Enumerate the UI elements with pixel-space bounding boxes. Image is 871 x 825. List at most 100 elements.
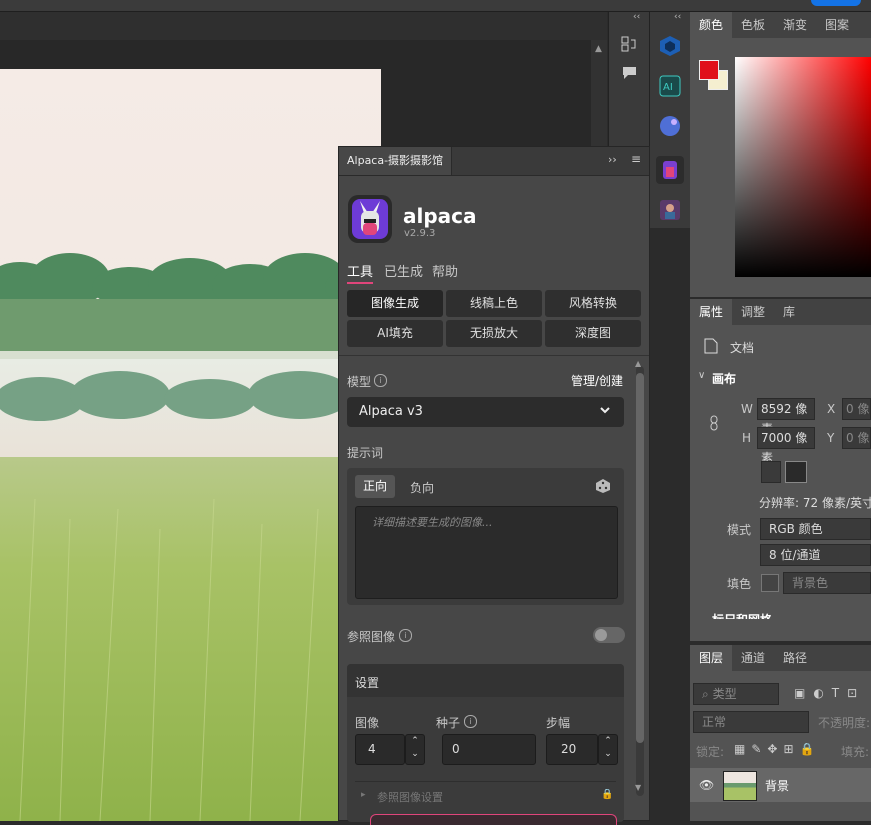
nav-tab-help[interactable]: 帮助 bbox=[432, 261, 458, 280]
seed-input[interactable]: 0 bbox=[442, 734, 536, 765]
share-button[interactable] bbox=[811, 0, 861, 6]
link-icon[interactable] bbox=[708, 415, 720, 431]
steps-input[interactable]: 20 bbox=[546, 734, 598, 765]
tool-image-generation-button[interactable]: 图像生成 bbox=[347, 290, 443, 317]
tab-channels[interactable]: 通道 bbox=[732, 645, 774, 671]
height-label: H bbox=[742, 431, 752, 445]
collapse-left-icon[interactable]: ‹‹ bbox=[633, 12, 640, 22]
tab-swatches[interactable]: 色板 bbox=[732, 12, 774, 38]
panel-menu-icon[interactable]: ≡ bbox=[631, 152, 641, 166]
fill-swatch[interactable] bbox=[761, 574, 779, 592]
visibility-eye-icon[interactable]: 👁 bbox=[699, 778, 714, 792]
y-field[interactable]: 0 像素 bbox=[842, 427, 871, 449]
info-icon[interactable]: i bbox=[374, 374, 387, 387]
history-icon[interactable] bbox=[621, 36, 637, 52]
character-plugin-icon[interactable] bbox=[656, 196, 684, 224]
svg-text:AI: AI bbox=[663, 82, 673, 93]
images-count-stepper[interactable]: ⌃ ⌄ bbox=[405, 734, 425, 765]
model-select-value: Alpaca v3 bbox=[359, 404, 423, 419]
layer-thumbnail bbox=[723, 771, 757, 801]
prompt-label: 提示词 bbox=[347, 446, 384, 460]
nav-tab-underline bbox=[347, 282, 373, 284]
alpaca-panel-tab[interactable]: Alpaca-摄影摄影馆 bbox=[339, 147, 453, 175]
sphere-plugin-icon[interactable] bbox=[656, 112, 684, 140]
lock-icons[interactable]: ▦✎✥⊞🔒 bbox=[734, 742, 820, 756]
comment-icon[interactable] bbox=[622, 66, 638, 80]
properties-panel: 属性 调整 库 文档 ∨ 画布 W 8592 像素 X 0 像素 H 7000 … bbox=[690, 299, 871, 641]
search-icon: ⌕ bbox=[702, 687, 709, 701]
x-field[interactable]: 0 像素 bbox=[842, 398, 871, 420]
nav-tab-tools[interactable]: 工具 bbox=[347, 261, 373, 280]
scroll-down-icon[interactable]: ▼ bbox=[635, 783, 641, 792]
scroll-up-icon[interactable]: ▲ bbox=[635, 359, 641, 368]
collapse-left-icon[interactable]: ‹‹ bbox=[674, 12, 681, 22]
color-picker-field[interactable] bbox=[735, 57, 871, 277]
divider bbox=[355, 781, 616, 782]
alpaca-plugin-icon[interactable] bbox=[656, 156, 684, 184]
fill-select[interactable]: 背景色 bbox=[783, 572, 871, 594]
prompt-textarea[interactable]: 详细描述要生成的图像... bbox=[355, 506, 618, 599]
alpaca-plugin-panel: Alpaca-摄影摄影馆 ›› ≡ alpaca v2.9.3 工具 已生成 帮… bbox=[338, 146, 650, 825]
settings-header[interactable]: 设置 bbox=[347, 664, 624, 697]
ai-plugin-icon[interactable]: AI bbox=[656, 72, 684, 100]
layer-filter-label: 类型 bbox=[712, 687, 737, 701]
dice-icon[interactable] bbox=[595, 478, 611, 494]
width-field[interactable]: 8592 像素 bbox=[757, 398, 815, 436]
prompt-placeholder: 详细描述要生成的图像... bbox=[372, 516, 493, 529]
prompt-tab-positive[interactable]: 正向 bbox=[355, 475, 395, 498]
layers-tabs: 图层 通道 路径 bbox=[690, 645, 871, 671]
info-icon[interactable]: i bbox=[399, 629, 412, 642]
document-tab-bar bbox=[0, 12, 607, 40]
fill-label: 填色 bbox=[727, 577, 752, 591]
tab-adjustments[interactable]: 调整 bbox=[732, 299, 774, 325]
layer-row-background[interactable]: 👁 背景 bbox=[690, 768, 871, 802]
steps-stepper[interactable]: ⌃ ⌄ bbox=[598, 734, 618, 765]
tab-libraries[interactable]: 库 bbox=[774, 299, 804, 325]
tool-lineart-color-button[interactable]: 线稿上色 bbox=[446, 290, 542, 317]
height-field[interactable]: 7000 像素 bbox=[757, 427, 815, 465]
layer-filter-icons[interactable]: ▣◐T⊡ bbox=[794, 686, 865, 700]
tool-upscale-button[interactable]: 无损放大 bbox=[446, 320, 542, 347]
foreground-color-swatch[interactable] bbox=[699, 60, 719, 80]
tab-color[interactable]: 颜色 bbox=[690, 12, 733, 38]
steps-value: 20 bbox=[561, 742, 577, 756]
document-icon bbox=[704, 338, 718, 354]
blend-mode-select[interactable]: 正常 bbox=[693, 711, 809, 733]
portrait-orientation-icon[interactable] bbox=[761, 461, 781, 483]
tool-depth-map-button[interactable]: 深度图 bbox=[545, 320, 641, 347]
manage-create-link[interactable]: 管理/创建 bbox=[571, 372, 623, 389]
toggle-knob bbox=[595, 629, 607, 641]
seed-label: 种子 bbox=[436, 716, 461, 730]
model-select[interactable]: Alpaca v3 bbox=[347, 397, 624, 427]
rulers-section-title: 标尺和网格 bbox=[712, 611, 772, 619]
scroll-up-icon[interactable]: ▲ bbox=[595, 44, 602, 54]
panel-scrollbar-thumb[interactable] bbox=[636, 373, 644, 743]
info-icon[interactable]: i bbox=[464, 715, 477, 728]
generate-button[interactable] bbox=[370, 814, 617, 825]
tab-layers[interactable]: 图层 bbox=[690, 645, 733, 671]
tool-ai-fill-button[interactable]: AI填充 bbox=[347, 320, 443, 347]
tab-properties[interactable]: 属性 bbox=[690, 299, 733, 325]
cube-plugin-icon[interactable] bbox=[656, 32, 684, 60]
mode-label: 模式 bbox=[727, 523, 752, 537]
landscape-orientation-icon[interactable] bbox=[785, 461, 807, 483]
divider bbox=[339, 355, 649, 356]
rulers-section-collapsed[interactable]: 标尺和网格 bbox=[690, 605, 871, 619]
nav-tab-generated[interactable]: 已生成 bbox=[384, 261, 423, 280]
bit-depth-select[interactable]: 8 位/通道 bbox=[760, 544, 871, 566]
tab-patterns[interactable]: 图案 bbox=[816, 12, 858, 38]
images-count-label: 图像 bbox=[355, 716, 380, 730]
images-count-input[interactable]: 4 bbox=[355, 734, 405, 765]
expand-icon[interactable]: ›› bbox=[608, 153, 617, 166]
reference-image-toggle[interactable] bbox=[593, 627, 625, 643]
tool-style-transfer-button[interactable]: 风格转换 bbox=[545, 290, 641, 317]
lock-label: 锁定: bbox=[696, 745, 725, 759]
chevron-down-icon[interactable]: ∨ bbox=[698, 370, 705, 381]
prompt-tab-negative[interactable]: 负向 bbox=[410, 479, 434, 496]
tab-paths[interactable]: 路径 bbox=[774, 645, 816, 671]
layer-filter-select[interactable]: ⌕ 类型 bbox=[693, 683, 779, 705]
layer-name: 背景 bbox=[765, 779, 790, 793]
mode-select[interactable]: RGB 颜色 bbox=[760, 518, 871, 540]
reference-settings-collapsed[interactable]: ▸ 参照图像设置 🔒 bbox=[355, 789, 616, 803]
tab-gradients[interactable]: 渐变 bbox=[774, 12, 816, 38]
